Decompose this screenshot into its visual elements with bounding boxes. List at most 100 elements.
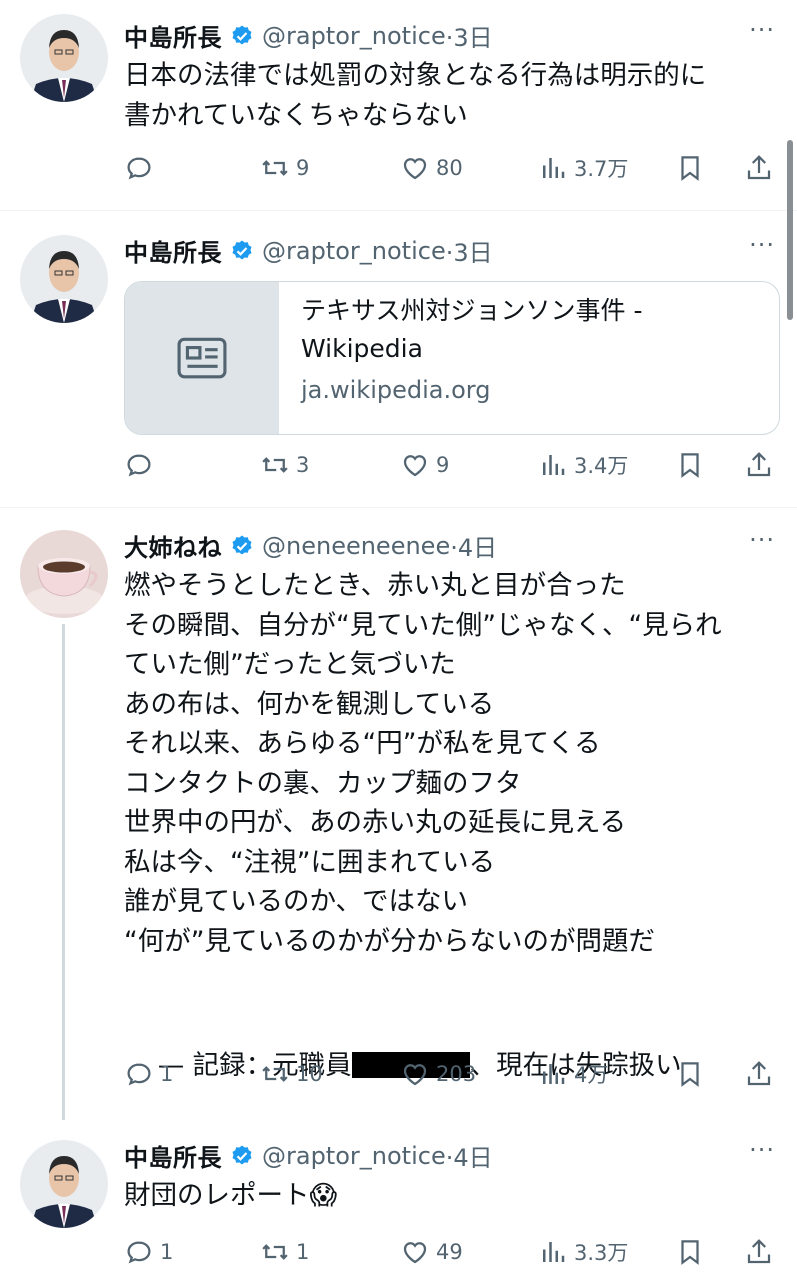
handle[interactable]: @neneeneenee (262, 532, 450, 560)
timestamp[interactable]: ·3日 (446, 18, 493, 53)
view-count: 4万 (574, 1063, 609, 1087)
display-name[interactable]: 中島所長 (124, 1138, 222, 1173)
tweet-text: 財団のレポート😱 (124, 1180, 338, 1211)
verified-badge-icon (232, 25, 252, 44)
tweet-header: 大姉ねね @neneeneenee ·4日 (124, 528, 497, 563)
verified-badge-icon (232, 535, 252, 554)
display-name[interactable]: 大姉ねね (124, 528, 222, 563)
link-card-title: テキサス州対ジョンソン事件 - Wikipedia (301, 296, 643, 363)
heart-icon (403, 158, 427, 180)
reply-count: 1 (160, 1062, 174, 1086)
tweet-4[interactable]: 中島所長 @raptor_notice ·4日 ··· 財団のレポート😱 1 1… (0, 1120, 797, 1280)
share-icon (747, 1239, 771, 1264)
like-count: 49 (436, 1240, 463, 1264)
share-button[interactable] (744, 148, 774, 188)
retweet-icon (262, 160, 288, 176)
views-button[interactable]: 3.3万 (538, 1232, 628, 1272)
tweet-actions: 9 80 3.7万 (124, 148, 774, 188)
share-icon (747, 452, 771, 477)
share-button[interactable] (744, 1054, 774, 1094)
share-button[interactable] (744, 445, 774, 485)
retweet-count: 1 (296, 1240, 310, 1264)
scrollbar[interactable] (787, 140, 793, 320)
tweet-header: 中島所長 @raptor_notice ·3日 (124, 18, 493, 53)
retweet-icon (262, 1244, 288, 1260)
timestamp[interactable]: ·4日 (450, 528, 497, 563)
retweet-icon (262, 457, 288, 473)
timestamp[interactable]: ·3日 (446, 233, 493, 268)
more-options-icon[interactable]: ··· (749, 1136, 775, 1164)
retweet-icon (262, 1066, 288, 1082)
display-name[interactable]: 中島所長 (124, 18, 222, 53)
bar-chart-icon (543, 158, 565, 178)
bar-chart-icon (543, 1242, 565, 1262)
tweet-actions: 1 1 49 3.3万 (124, 1232, 774, 1272)
bookmark-icon (681, 1062, 699, 1087)
more-options-icon[interactable]: ··· (749, 231, 775, 259)
tweet-header: 中島所長 @raptor_notice ·4日 (124, 1138, 493, 1173)
view-count: 3.7万 (574, 157, 629, 181)
bookmark-icon (681, 453, 699, 478)
reply-icon (127, 1063, 151, 1086)
link-card[interactable]: テキサス州対ジョンソン事件 - Wikipedia ja.wikipedia.o… (124, 281, 780, 435)
tweet-1[interactable]: 中島所長 @raptor_notice ·3日 ··· 日本の法律では処罰の対象… (0, 0, 797, 210)
bookmark-icon (681, 1240, 699, 1265)
reply-icon (127, 1241, 151, 1264)
reply-icon (127, 157, 151, 180)
reply-button[interactable]: 1 (124, 1232, 173, 1272)
verified-badge-icon (232, 240, 252, 259)
tweet-actions: 3 9 3.4万 (124, 445, 774, 485)
more-options-icon[interactable]: ··· (749, 526, 775, 554)
like-button[interactable]: 203 (400, 1054, 476, 1094)
retweet-button[interactable]: 1 (260, 1232, 309, 1272)
reply-button[interactable] (124, 148, 160, 188)
like-count: 203 (436, 1062, 477, 1086)
retweet-count: 3 (296, 453, 310, 477)
retweet-button[interactable]: 10 (260, 1054, 323, 1094)
like-button[interactable]: 9 (400, 445, 449, 485)
like-button[interactable]: 49 (400, 1232, 463, 1272)
avatar[interactable] (20, 14, 108, 102)
avatar[interactable] (20, 530, 108, 618)
like-button[interactable]: 80 (400, 148, 463, 188)
bookmark-button[interactable] (675, 1232, 705, 1272)
views-button[interactable]: 3.7万 (538, 148, 628, 188)
views-button[interactable]: 4万 (538, 1054, 608, 1094)
avatar[interactable] (20, 1140, 108, 1228)
heart-icon (403, 1242, 427, 1264)
bookmark-button[interactable] (675, 1054, 705, 1094)
reply-icon (127, 454, 151, 477)
link-card-thumbnail (125, 282, 279, 434)
more-options-icon[interactable]: ··· (749, 16, 775, 44)
display-name[interactable]: 中島所長 (124, 233, 222, 268)
thread-line (62, 624, 65, 1120)
tweet-actions: 1 10 203 4万 (124, 1054, 774, 1094)
retweet-button[interactable]: 9 (260, 148, 309, 188)
tweet-3[interactable]: 大姉ねね @neneeneenee ·4日 ··· 燃やそうとしたとき、赤い丸と… (0, 508, 797, 1120)
view-count: 3.3万 (574, 1241, 629, 1265)
avatar[interactable] (20, 235, 108, 323)
handle[interactable]: @raptor_notice (262, 237, 446, 265)
bookmark-button[interactable] (675, 445, 705, 485)
share-icon (747, 1061, 771, 1086)
views-button[interactable]: 3.4万 (538, 445, 628, 485)
reply-button[interactable]: 1 (124, 1054, 173, 1094)
handle[interactable]: @raptor_notice (262, 1142, 446, 1170)
retweet-count: 9 (296, 156, 310, 180)
link-card-domain: ja.wikipedia.org (301, 376, 491, 404)
handle[interactable]: @raptor_notice (262, 22, 446, 50)
tweet-text: 日本の法律では処罰の対象となる行為は明示的に 書かれていなくちゃならない (124, 60, 707, 131)
reply-button[interactable] (124, 445, 160, 485)
retweet-button[interactable]: 3 (260, 445, 309, 485)
timestamp[interactable]: ·4日 (446, 1138, 493, 1173)
bookmark-button[interactable] (675, 148, 705, 188)
share-icon (747, 155, 771, 180)
heart-icon (403, 455, 427, 477)
view-count: 3.4万 (574, 454, 629, 478)
tweet-2[interactable]: 中島所長 @raptor_notice ·3日 ··· テキサス州対ジョンソン事… (0, 211, 797, 507)
like-count: 9 (436, 453, 450, 477)
tweet-header: 中島所長 @raptor_notice ·3日 (124, 233, 493, 268)
share-button[interactable] (744, 1232, 774, 1272)
bar-chart-icon (543, 455, 565, 475)
article-icon (177, 337, 227, 379)
